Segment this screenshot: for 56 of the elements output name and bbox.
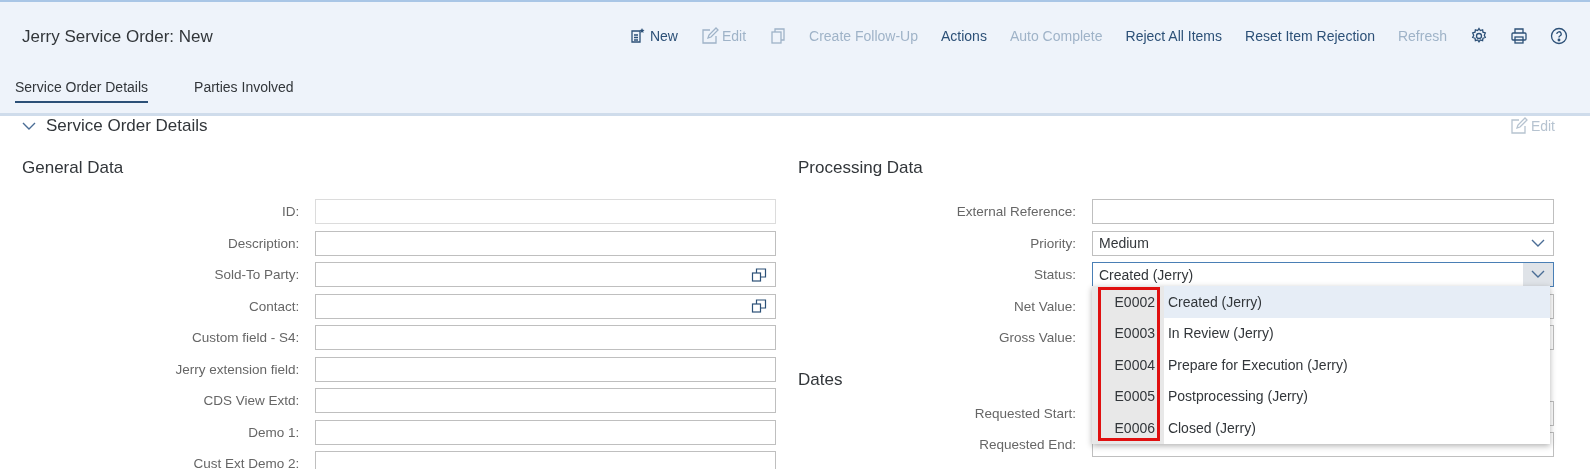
- tab[interactable]: Service Order Details: [15, 70, 149, 104]
- toolbar-button[interactable]: Reject All Items: [1125, 28, 1222, 45]
- edit-icon: [700, 27, 719, 46]
- chevron-down-icon: [22, 121, 36, 131]
- select-field[interactable]: Medium: [1092, 230, 1554, 256]
- input-field[interactable]: [315, 419, 776, 445]
- field-label: Jerry extension field:: [174, 361, 301, 377]
- group-title: Dates: [797, 368, 843, 391]
- field-label: Requested End:: [978, 437, 1077, 453]
- help-button[interactable]: [1550, 27, 1568, 46]
- field-label: Demo 1:: [247, 424, 301, 440]
- field-label: Custom field - S4:: [190, 330, 301, 346]
- field-label: Description:: [226, 235, 301, 251]
- toolbar-button[interactable]: Reset Item Rejection: [1245, 28, 1375, 45]
- input-field[interactable]: [315, 262, 776, 288]
- field-label: Status:: [1032, 267, 1077, 283]
- field-label: Cust Ext Demo 2:: [192, 456, 301, 469]
- field-label: Net Value:: [1012, 298, 1077, 314]
- field-label: Priority:: [1029, 235, 1077, 251]
- page-title: Jerry Service Order: New: [22, 26, 214, 48]
- field-label: ID:: [280, 204, 301, 220]
- input-field[interactable]: [315, 325, 776, 351]
- field-label: Sold-To Party:: [213, 267, 301, 283]
- field-label: CDS View Extd:: [202, 393, 301, 409]
- print-button[interactable]: [1510, 27, 1528, 46]
- input-field[interactable]: [315, 293, 776, 319]
- group-title: Processing Data: [797, 158, 924, 179]
- dropdown-option[interactable]: E0005 Postprocessing (Jerry): [1092, 380, 1550, 412]
- input-field[interactable]: [315, 451, 776, 469]
- select-value: Medium: [1099, 235, 1149, 252]
- input-field[interactable]: [315, 356, 776, 382]
- value-help-icon[interactable]: [751, 298, 767, 315]
- group-title: General Data: [21, 158, 125, 179]
- print-icon: [1510, 27, 1528, 46]
- field-label: Contact:: [247, 298, 301, 314]
- field-label: External Reference:: [955, 204, 1077, 220]
- edit-icon: [1509, 117, 1528, 135]
- value-help-icon[interactable]: [751, 266, 767, 283]
- field-label: Gross Value:: [997, 330, 1077, 346]
- select-field[interactable]: Created (Jerry): [1092, 262, 1554, 288]
- toolbar-button[interactable]: New: [628, 27, 678, 46]
- copy-icon: [769, 27, 788, 46]
- dropdown-option[interactable]: E0002 Created (Jerry): [1092, 286, 1550, 318]
- input-field[interactable]: [315, 230, 776, 256]
- input-field[interactable]: [315, 388, 776, 414]
- help-icon: [1550, 27, 1568, 46]
- toolbar-button[interactable]: Actions: [941, 28, 987, 45]
- dropdown-option[interactable]: E0004 Prepare for Execution (Jerry): [1092, 349, 1550, 381]
- section-title: Service Order Details: [46, 116, 209, 136]
- dropdown-option[interactable]: E0003 In Review (Jerry): [1092, 317, 1550, 349]
- field-label: Requested Start:: [973, 405, 1077, 421]
- new-document-icon: [628, 27, 647, 46]
- dropdown-option[interactable]: E0006 Closed (Jerry): [1092, 412, 1550, 444]
- select-value: Created (Jerry): [1099, 266, 1194, 283]
- input-field[interactable]: [1092, 199, 1554, 225]
- tab[interactable]: Parties Involved: [194, 70, 294, 104]
